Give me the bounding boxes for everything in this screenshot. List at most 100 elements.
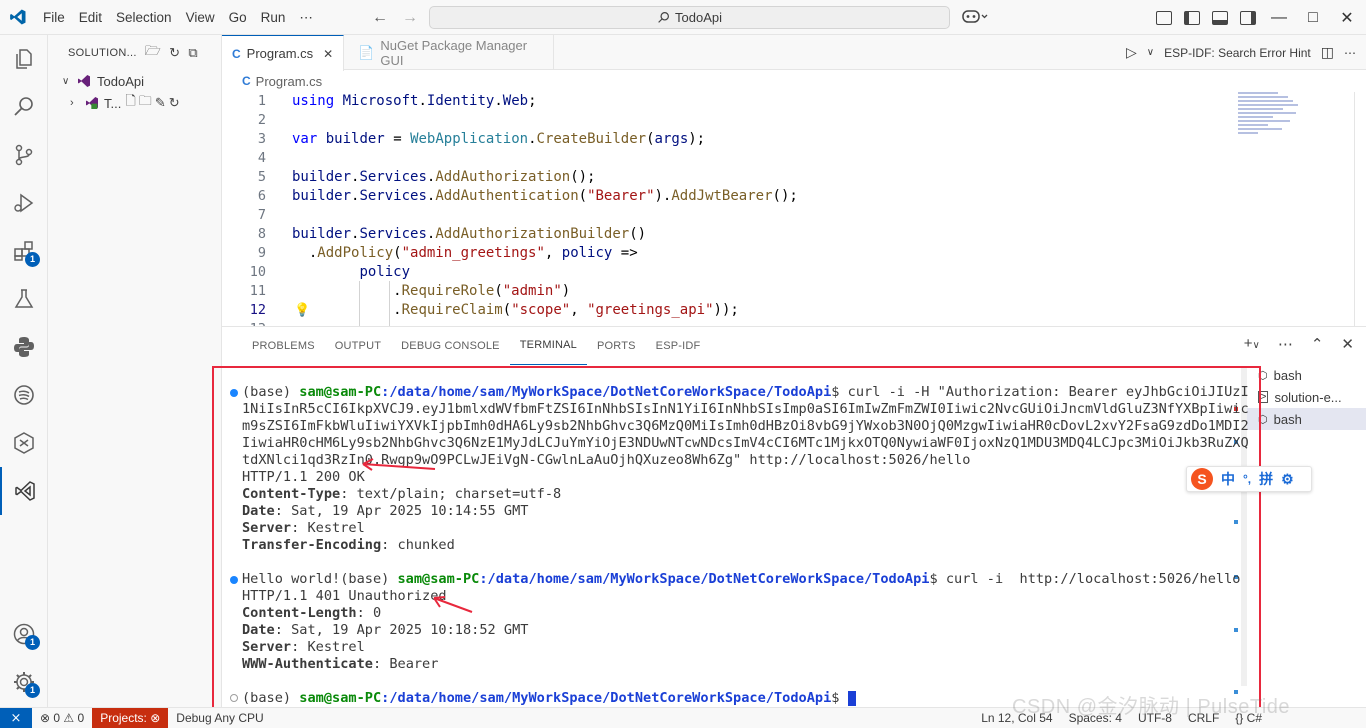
back-arrow-icon[interactable]: ←	[372, 9, 388, 27]
tab-debug-console[interactable]: DEBUG CONSOLE	[391, 327, 510, 365]
collapse-all-icon[interactable]: ⧉	[188, 45, 198, 61]
solution-label: TodoApi	[97, 73, 144, 89]
terminal-cursor	[847, 690, 856, 706]
breadcrumb-file[interactable]: Program.cs	[256, 74, 322, 89]
more-actions-icon[interactable]: ⋯	[1344, 46, 1356, 60]
customize-layout-icon[interactable]	[1156, 10, 1172, 25]
debug-config[interactable]: Debug Any CPU	[168, 708, 271, 728]
terminal-line: Server: Kestrel	[242, 520, 365, 536]
code-line: 7	[222, 206, 1232, 225]
terminal-output[interactable]: (base) sam@sam-PC:/data/home/sam/MyWorkS…	[212, 366, 1261, 709]
ime-settings-gear-icon[interactable]: ⚙	[1281, 471, 1294, 488]
account-badge: 1	[25, 635, 40, 650]
menu-view[interactable]: View	[179, 0, 222, 35]
terminal-line: (base) sam@sam-PC:/data/home/sam/MyWorkS…	[242, 690, 856, 707]
terminal-item-bash-active[interactable]: ⬡ bash	[1246, 408, 1366, 430]
forward-arrow-icon[interactable]: →	[402, 9, 418, 27]
projects-status[interactable]: Projects: ⊗	[92, 707, 169, 728]
editor-scrollbar[interactable]	[1354, 92, 1366, 326]
copilot-icon[interactable]	[962, 8, 988, 27]
terminal-label: bash	[1273, 411, 1302, 427]
line-number: 10	[249, 264, 266, 280]
new-folder-icon[interactable]: 🗀	[139, 92, 152, 114]
close-window-icon[interactable]: ✕	[1336, 8, 1358, 28]
ime-toolbar[interactable]: S 中 °, 拼 ⚙	[1186, 466, 1312, 492]
code-line: 1 using Microsoft.Identity.Web;	[222, 92, 1232, 111]
code-text: builder.Services.AddAuthorizationBuilder…	[292, 226, 647, 242]
rename-pencil-icon[interactable]: ✎	[155, 95, 166, 111]
new-terminal-plus-icon[interactable]: +∨	[1244, 335, 1260, 353]
code-text: builder.Services.AddAuthentication("Bear…	[292, 188, 798, 204]
menu-more[interactable]: ⋯	[292, 0, 320, 35]
esp-idf-icon[interactable]	[0, 419, 48, 467]
tree-item-project[interactable]: › T... 🗋 🗀 ✎ ↻	[48, 92, 221, 114]
explorer-icon[interactable]	[0, 35, 48, 83]
terminal-line: Date: Sat, 19 Apr 2025 10:14:55 GMT	[242, 503, 529, 519]
tab-nuget-manager[interactable]: 📄 NuGet Package Manager GUI	[344, 35, 555, 70]
split-editor-icon[interactable]: ◫	[1321, 44, 1334, 61]
remote-explorer-icon[interactable]	[0, 371, 48, 419]
tab-output[interactable]: OUTPUT	[325, 327, 391, 365]
toggle-panel-icon[interactable]	[1212, 10, 1228, 25]
minimize-window-icon[interactable]: —	[1268, 9, 1290, 27]
code-line: 4	[222, 149, 1232, 168]
menu-edit[interactable]: Edit	[72, 0, 109, 35]
tab-esp-idf[interactable]: ESP-IDF	[646, 327, 711, 365]
problems-indicator[interactable]: ⊗ 0 ⚠ 0	[32, 708, 92, 728]
indent-guide	[389, 281, 390, 326]
close-tab-icon[interactable]: ✕	[323, 47, 333, 61]
remote-indicator-icon[interactable]: ⨯	[0, 707, 32, 728]
refresh-project-icon[interactable]: ↻	[169, 95, 180, 111]
open-folder-icon[interactable]: 🗁	[145, 42, 161, 64]
account-icon[interactable]: 1	[0, 610, 48, 658]
esp-idf-search-error-hint[interactable]: ESP-IDF: Search Error Hint	[1164, 46, 1311, 60]
manage-badge: 1	[25, 683, 40, 698]
ime-punctuation[interactable]: °,	[1243, 472, 1251, 486]
command-center-search[interactable]: TodoApi	[429, 6, 950, 29]
toggle-secondary-sidebar-icon[interactable]	[1240, 10, 1256, 25]
terminal-line: tdXNlci1qd3RzIn0.Rwgp9wO9PCLwJEiVgN-CGwl…	[242, 452, 971, 468]
menu-file[interactable]: File	[36, 0, 72, 35]
menu-go[interactable]: Go	[222, 0, 254, 35]
ime-mode[interactable]: 中	[1221, 469, 1235, 489]
new-file-icon[interactable]: 🗋	[125, 92, 135, 114]
terminal-line: m9sZSI6ImFkbWluIiwiYXVkIjpbImh0dHA6Ly9sb…	[242, 418, 1249, 434]
tree-item-solution[interactable]: ∨ TodoApi	[48, 70, 221, 92]
command-pending-dot[interactable]	[230, 694, 238, 702]
run-debug-icon[interactable]	[0, 179, 48, 227]
code-editor[interactable]: 1 using Microsoft.Identity.Web; 2 3 var buil…	[222, 92, 1366, 326]
maximize-panel-chevron-up-icon[interactable]: ⌃	[1311, 335, 1324, 353]
terminal-item-solution[interactable]: > solution-e...	[1246, 386, 1366, 408]
more-actions-icon[interactable]: ⋯	[1278, 335, 1293, 353]
tab-program-cs[interactable]: C Program.cs ✕	[222, 35, 345, 71]
close-panel-icon[interactable]: ✕	[1341, 335, 1354, 353]
ime-pinyin[interactable]: 拼	[1259, 469, 1273, 489]
terminal-line: 1NiIsInR5cCI6IkpXVCJ9.eyJ1bmlxdWVfbmFtZS…	[242, 401, 1249, 417]
command-success-dot[interactable]	[230, 576, 238, 584]
maximize-window-icon[interactable]: □	[1302, 9, 1324, 27]
extensions-icon[interactable]: 1	[0, 227, 48, 275]
minimap[interactable]	[1238, 92, 1328, 152]
command-success-dot[interactable]	[230, 389, 238, 397]
refresh-icon[interactable]: ↻	[169, 45, 180, 61]
menu-run[interactable]: Run	[254, 0, 293, 35]
toggle-primary-sidebar-icon[interactable]	[1184, 10, 1200, 25]
manage-gear-icon[interactable]: 1	[0, 658, 48, 706]
testing-icon[interactable]	[0, 275, 48, 323]
source-control-icon[interactable]	[0, 131, 48, 179]
code-text: .RequireRole("admin")	[393, 283, 571, 299]
tab-ports[interactable]: PORTS	[587, 327, 646, 365]
python-icon[interactable]	[0, 323, 48, 371]
code-text: .AddPolicy("admin_greetings", policy =>	[308, 245, 638, 261]
search-icon[interactable]	[0, 83, 48, 131]
tab-terminal[interactable]: TERMINAL	[509, 327, 587, 365]
code-line: 10 policy	[222, 263, 1232, 282]
solution-explorer-icon[interactable]	[0, 467, 48, 515]
tab-problems[interactable]: PROBLEMS	[242, 327, 325, 365]
line-number: 2	[257, 112, 266, 128]
terminal-item-bash[interactable]: ⬡ bash	[1246, 364, 1366, 386]
lightbulb-icon[interactable]: 💡	[294, 302, 310, 318]
menu-selection[interactable]: Selection	[109, 0, 179, 35]
run-dropdown-icon[interactable]: ∨	[1147, 47, 1154, 58]
run-play-icon[interactable]: ▷	[1126, 44, 1137, 61]
